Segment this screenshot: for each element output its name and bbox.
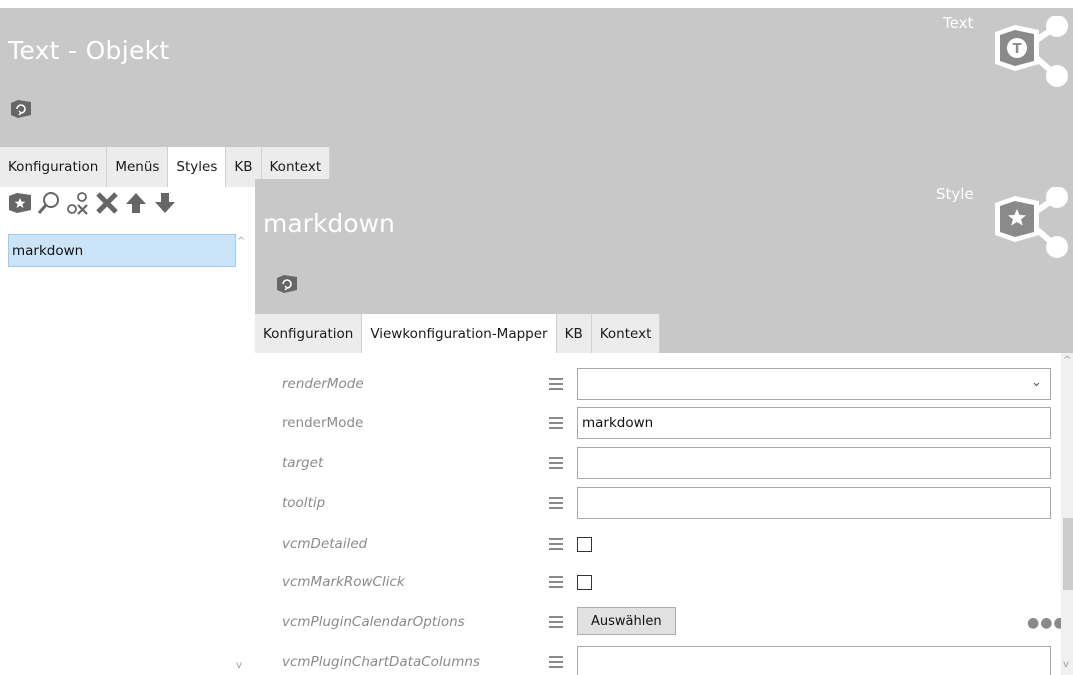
tab-style-kontext[interactable]: Kontext [591, 314, 661, 354]
object-type-label: Text [943, 14, 974, 32]
property-label: renderMode [282, 415, 364, 431]
vcm-detailed-checkbox[interactable] [577, 537, 592, 552]
property-menu-icon[interactable] [549, 417, 563, 429]
list-item[interactable]: markdown [8, 234, 236, 267]
property-menu-icon[interactable] [549, 538, 563, 550]
property-label: vcmMarkRowClick [282, 574, 405, 590]
property-row: tooltip [255, 484, 1060, 522]
move-down-icon[interactable] [153, 191, 177, 215]
scroll-down-icon[interactable]: v [1063, 659, 1069, 670]
styles-toolbar [8, 190, 177, 216]
property-row: vcmMarkRowClick [255, 563, 1060, 601]
object-header: Text - Objekt Text T Konfiguration Menüs… [0, 8, 1073, 187]
tab-style-konfiguration[interactable]: Konfiguration [255, 314, 363, 354]
form-scrollbar[interactable]: ^ v [1061, 353, 1073, 675]
delete-icon[interactable] [95, 191, 119, 215]
object-refresh-icon[interactable] [276, 274, 298, 294]
style-title: markdown [263, 209, 395, 238]
style-header: markdown Style Konfiguration Viewkonfigu… [255, 179, 1073, 354]
object-refresh-icon[interactable] [10, 99, 32, 119]
vcm-mark-row-click-checkbox[interactable] [577, 575, 592, 590]
page-title: Text - Objekt [8, 36, 170, 65]
property-label: target [282, 455, 324, 471]
styles-list: markdown ^ v [8, 232, 253, 675]
property-row: vcmPluginChartDataColumns [255, 643, 1060, 675]
property-row: renderMode markdown [255, 404, 1060, 442]
property-label: vcmPluginCalendarOptions [282, 614, 465, 630]
list-scroll-up-icon[interactable]: ^ [237, 236, 245, 247]
render-mode-input[interactable]: markdown [577, 407, 1051, 439]
property-form: renderMode ⌄ renderMode markdown target … [255, 353, 1073, 675]
property-row: target [255, 444, 1060, 482]
render-mode-select[interactable] [577, 368, 1051, 400]
property-menu-icon[interactable] [549, 378, 563, 390]
text-object-type-icon: T [995, 16, 1068, 87]
tab-styles[interactable]: Styles [168, 147, 227, 187]
select-button[interactable]: Auswählen [577, 607, 676, 635]
property-row: vcmPluginCalendarOptions Auswählen ●●● [255, 603, 1066, 641]
property-row: vcmDetailed [255, 525, 1060, 563]
property-menu-icon[interactable] [549, 497, 563, 509]
style-type-icon [995, 187, 1068, 258]
svg-text:T: T [1013, 42, 1022, 57]
property-menu-icon[interactable] [549, 656, 563, 668]
tab-style-kb[interactable]: KB [556, 314, 592, 354]
property-label: renderMode [282, 376, 364, 392]
list-scroll-down-icon[interactable]: v [236, 660, 242, 671]
app-window: Text - Objekt Text T Konfiguration Menüs… [0, 0, 1073, 675]
chart-data-columns-input[interactable] [577, 646, 1051, 675]
new-style-icon[interactable] [8, 191, 32, 215]
property-label: vcmPluginChartDataColumns [282, 654, 480, 670]
tab-menues[interactable]: Menüs [107, 147, 169, 187]
search-icon[interactable] [37, 191, 61, 215]
tab-konfiguration[interactable]: Konfiguration [0, 147, 108, 187]
property-label: vcmDetailed [282, 536, 368, 552]
property-menu-icon[interactable] [549, 616, 563, 628]
property-menu-icon[interactable] [549, 457, 563, 469]
style-type-label: Style [936, 185, 974, 203]
move-up-icon[interactable] [124, 191, 148, 215]
unlink-icon[interactable] [66, 191, 90, 215]
scrollbar-thumb[interactable] [1063, 518, 1073, 590]
property-label: tooltip [282, 495, 326, 511]
property-row: renderMode ⌄ [255, 365, 1060, 403]
scroll-up-icon[interactable]: ^ [1063, 355, 1071, 366]
tab-viewkonfiguration-mapper[interactable]: Viewkonfiguration-Mapper [362, 314, 557, 354]
chevron-down-icon: ⌄ [1031, 375, 1042, 390]
target-input[interactable] [577, 447, 1051, 479]
tooltip-input[interactable] [577, 487, 1051, 519]
style-tabbar: Konfiguration Viewkonfiguration-Mapper K… [255, 314, 661, 354]
property-menu-icon[interactable] [549, 576, 563, 588]
